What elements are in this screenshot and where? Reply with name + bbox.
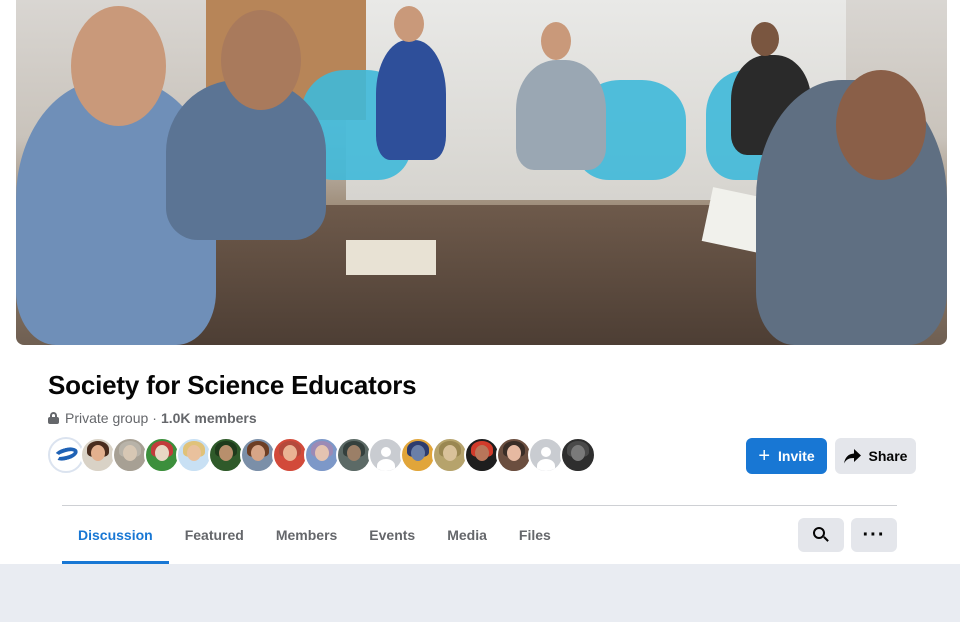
member-avatar-default[interactable] — [368, 437, 404, 473]
cover-person-head — [71, 6, 166, 126]
plus-icon: + — [758, 445, 771, 467]
search-icon — [813, 527, 829, 543]
group-meta: Private group · 1.0K members — [48, 410, 257, 426]
group-tabs: Discussion Featured Members Events Media File… — [62, 506, 567, 564]
member-count[interactable]: 1.0K members — [161, 410, 257, 426]
cover-person — [376, 40, 446, 160]
invite-button[interactable]: + Invite — [746, 438, 827, 474]
member-avatars[interactable] — [48, 437, 596, 473]
tab-files[interactable]: Files — [503, 506, 567, 564]
cover-person-head — [541, 22, 571, 60]
more-icon: ··· — [862, 524, 886, 546]
cover-person-head — [221, 10, 301, 110]
member-avatar[interactable] — [144, 437, 180, 473]
share-button[interactable]: Share — [835, 438, 916, 474]
member-avatar[interactable] — [272, 437, 308, 473]
member-avatar-logo[interactable] — [48, 437, 84, 473]
tab-events[interactable]: Events — [353, 506, 431, 564]
member-avatar[interactable] — [496, 437, 532, 473]
tab-media[interactable]: Media — [431, 506, 503, 564]
member-avatar[interactable] — [80, 437, 116, 473]
cover-person — [516, 60, 606, 170]
privacy-label[interactable]: Private group — [65, 410, 148, 426]
member-avatar[interactable] — [336, 437, 372, 473]
member-avatar[interactable] — [400, 437, 436, 473]
more-options-button[interactable]: ··· — [851, 518, 897, 552]
member-avatar[interactable] — [176, 437, 212, 473]
share-arrow-icon — [843, 448, 861, 463]
member-avatar[interactable] — [464, 437, 500, 473]
invite-label: Invite — [778, 448, 815, 464]
share-label: Share — [868, 448, 908, 464]
tab-featured[interactable]: Featured — [169, 506, 260, 564]
tab-discussion[interactable]: Discussion — [62, 506, 169, 564]
lock-icon — [48, 412, 59, 424]
cover-person-head — [836, 70, 926, 180]
cover-photo[interactable] — [16, 0, 947, 345]
group-title[interactable]: Society for Science Educators — [48, 370, 417, 401]
member-avatar[interactable] — [240, 437, 276, 473]
logo-icon — [52, 445, 80, 463]
search-button[interactable] — [798, 518, 844, 552]
member-avatar[interactable] — [304, 437, 340, 473]
cover-paper — [346, 240, 436, 275]
cover-person-head — [751, 22, 779, 56]
member-avatar[interactable] — [208, 437, 244, 473]
member-avatar[interactable] — [560, 437, 596, 473]
group-page: Society for Science Educators Private gr… — [0, 0, 960, 622]
member-avatar[interactable] — [432, 437, 468, 473]
member-avatar-default[interactable] — [528, 437, 564, 473]
feed-background — [0, 564, 960, 622]
cover-person-head — [394, 6, 424, 42]
meta-separator: · — [152, 410, 157, 426]
member-avatar[interactable] — [112, 437, 148, 473]
tab-members[interactable]: Members — [260, 506, 353, 564]
